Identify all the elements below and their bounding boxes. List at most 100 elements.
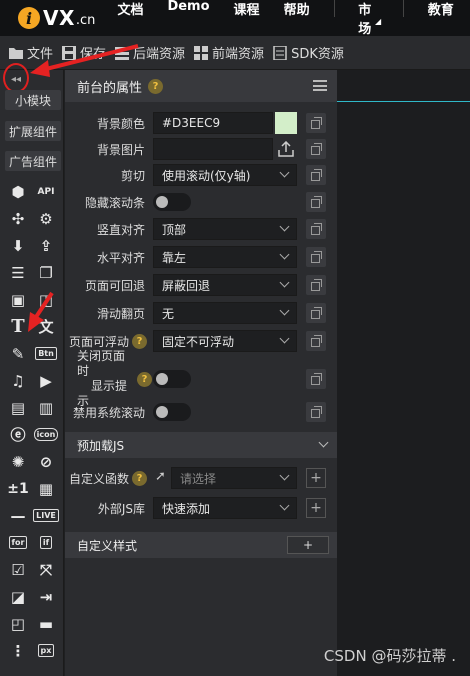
close-tip-label: 关闭页面时 显示提示 — [65, 349, 137, 409]
design-canvas[interactable]: CSDN @码莎拉蒂 . — [324, 70, 470, 676]
copy-icon[interactable] — [306, 247, 326, 267]
music-icon[interactable]: ♫ — [4, 367, 32, 394]
back-select[interactable]: 屏蔽回退 — [153, 274, 297, 296]
video-icon[interactable]: ▶ — [32, 367, 60, 394]
gear-icon[interactable]: ⚙ — [32, 205, 60, 232]
live-icon[interactable]: LIVE — [32, 502, 60, 529]
plus-minus-icon[interactable]: ±1 — [4, 475, 32, 502]
logo[interactable]: i VX .cn — [18, 6, 95, 30]
translate-icon[interactable]: 文 — [32, 313, 60, 340]
nav-education[interactable]: 教育 — [428, 0, 454, 37]
slide-select[interactable]: 无 — [153, 302, 297, 324]
copy-icon[interactable] — [306, 139, 326, 159]
copy-icon[interactable]: ❐ — [32, 259, 60, 286]
toggle-knob — [156, 196, 168, 208]
compass-icon[interactable]: ⊘ — [32, 448, 60, 475]
h-align-label: 水平对齐 — [96, 250, 145, 265]
qrcode-icon[interactable]: ▦ — [32, 475, 60, 502]
bg-color-input[interactable]: #D3EEC9 — [153, 112, 273, 134]
v-align-select[interactable]: 顶部 — [153, 218, 297, 240]
custom-style-section: 自定义样式 + — [65, 532, 337, 558]
text-icon[interactable]: T — [4, 313, 32, 340]
copy-icon[interactable] — [306, 219, 326, 239]
shutter-icon[interactable]: ✺ — [4, 448, 32, 475]
upload-icon[interactable] — [277, 141, 295, 157]
nav-courses[interactable]: 课程 — [234, 0, 260, 37]
copy-icon[interactable] — [306, 303, 326, 323]
help-icon[interactable]: ? — [132, 470, 147, 486]
backend-resource-button[interactable]: 后端资源 — [114, 43, 185, 62]
image-edit-icon[interactable]: ◫ — [32, 286, 60, 313]
graph-icon[interactable]: ✣ — [4, 205, 32, 232]
doc-lines-icon[interactable]: ▥ — [32, 394, 60, 421]
small-module-button[interactable]: 小模块 — [5, 90, 61, 110]
file-label: 文件 — [27, 47, 54, 62]
copy-icon[interactable] — [306, 192, 326, 212]
note-icon[interactable]: ◪ — [4, 583, 32, 610]
cursor-pick-icon[interactable]: ➚ — [155, 469, 166, 484]
help-icon[interactable]: ? — [148, 78, 164, 94]
button-icon[interactable]: Btn — [32, 340, 60, 367]
list-check-icon[interactable]: ☑ — [4, 556, 32, 583]
slide-label: 滑动翻页 — [96, 306, 145, 321]
hide-scroll-toggle[interactable] — [153, 193, 191, 211]
save-button[interactable]: 保存 — [61, 43, 106, 62]
copy-icon[interactable] — [306, 402, 326, 422]
color-swatch[interactable] — [275, 112, 297, 134]
layer-icon[interactable]: ◰ — [4, 610, 32, 637]
menu-icon[interactable] — [313, 80, 327, 91]
px-icon[interactable]: px — [32, 637, 60, 664]
copy-icon[interactable] — [306, 113, 326, 133]
sdk-resource-button[interactable]: SDK资源 — [272, 43, 344, 62]
clip-select[interactable]: 使用滚动(仅y轴) — [153, 164, 297, 186]
external-js-select[interactable]: 快速添加 — [153, 497, 297, 519]
copy-icon[interactable] — [306, 331, 326, 351]
file-menu[interactable]: 文件 — [8, 43, 53, 62]
add-external-js-button[interactable]: + — [306, 498, 326, 518]
if-condition-icon[interactable]: if — [32, 529, 60, 556]
ad-components-button[interactable]: 广告组件 — [5, 151, 61, 171]
progress-icon[interactable]: ▬ — [32, 610, 60, 637]
slider-icon[interactable]: ⋮ — [4, 637, 32, 664]
nav-demo[interactable]: Demo — [167, 0, 209, 37]
image-icon[interactable]: ▣ — [4, 286, 32, 313]
help-icon[interactable]: ? — [137, 372, 152, 387]
doc-icon[interactable]: ▤ — [4, 394, 32, 421]
upload-file-icon[interactable]: ⇪ — [32, 232, 60, 259]
h-align-value: 靠左 — [162, 250, 187, 265]
list-icon[interactable]: ☰ — [4, 259, 32, 286]
nav-market[interactable]: 市场 ◢ — [358, 0, 381, 37]
h-align-select[interactable]: 靠左 — [153, 246, 297, 268]
for-loop-icon[interactable]: for — [4, 529, 32, 556]
custom-func-select[interactable]: 请选择 — [171, 467, 297, 489]
bg-image-input[interactable] — [153, 138, 273, 160]
float-select[interactable]: 固定不可浮动 — [153, 330, 297, 352]
frontend-resource-button[interactable]: 前端资源 — [193, 43, 264, 62]
external-js-label: 外部JS库 — [97, 501, 145, 516]
cube-icon[interactable]: ⬢ — [4, 178, 32, 205]
extend-components-button[interactable]: 扩展组件 — [5, 121, 61, 141]
help-icon[interactable]: ? — [132, 333, 147, 349]
close-tip-toggle[interactable] — [153, 370, 191, 388]
button-icon-label: Btn — [35, 347, 57, 360]
disable-scroll-toggle[interactable] — [153, 403, 191, 421]
api-icon[interactable]: API — [32, 178, 60, 205]
add-function-button[interactable]: + — [306, 468, 326, 488]
copy-icon[interactable] — [306, 165, 326, 185]
add-style-button[interactable]: + — [287, 536, 329, 554]
nav-docs[interactable]: 文档 — [117, 0, 143, 37]
copy-icon[interactable] — [306, 275, 326, 295]
nav-divider — [403, 0, 404, 17]
collapse-sidebar-icon[interactable]: ◂◂ — [6, 70, 26, 88]
nav-help[interactable]: 帮助 — [284, 0, 310, 37]
edit-icon[interactable]: ✎ — [4, 340, 32, 367]
preload-js-section[interactable]: 预加载JS — [65, 432, 337, 458]
ie-icon[interactable]: ⓔ — [4, 421, 32, 448]
divider-icon[interactable]: — — [4, 502, 32, 529]
arrow-box-icon[interactable]: ⇥ — [32, 583, 60, 610]
icon-font-icon[interactable]: icon — [32, 421, 60, 448]
expand-icon[interactable]: ⤧ — [32, 556, 60, 583]
copy-icon[interactable] — [306, 369, 326, 389]
download-icon[interactable]: ⬇ — [4, 232, 32, 259]
bg-color-row: 背景颜色 #D3EEC9 — [65, 112, 337, 134]
